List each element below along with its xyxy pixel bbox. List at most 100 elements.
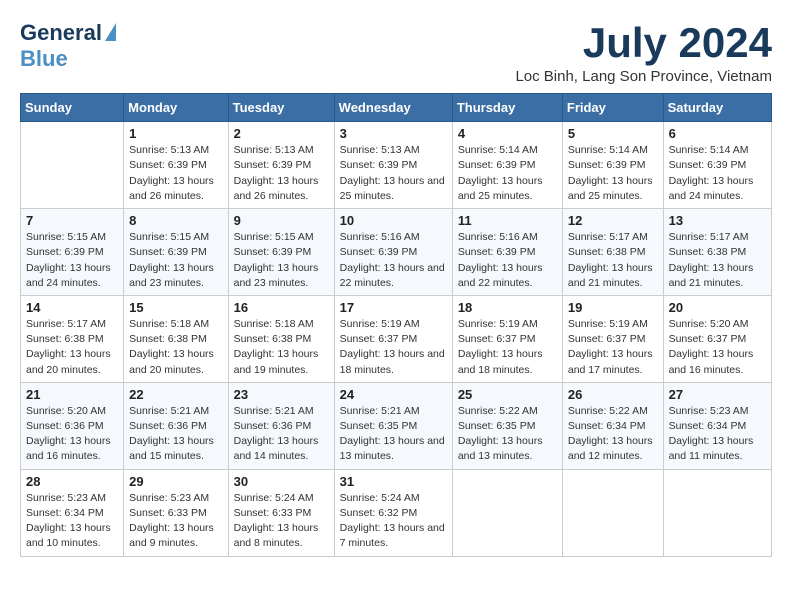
day-info: Sunrise: 5:16 AMSunset: 6:39 PMDaylight:… [458, 230, 557, 291]
page-header: General Blue July 2024 Loc Binh, Lang So… [20, 20, 772, 85]
day-number: 16 [234, 300, 329, 315]
weekday-header-wednesday: Wednesday [334, 94, 452, 122]
day-info: Sunrise: 5:23 AMSunset: 6:33 PMDaylight:… [129, 491, 222, 552]
day-cell: 1 Sunrise: 5:13 AMSunset: 6:39 PMDaylight… [124, 122, 228, 209]
day-info: Sunrise: 5:13 AMSunset: 6:39 PMDaylight:… [129, 143, 222, 204]
day-cell: 16 Sunrise: 5:18 AMSunset: 6:38 PMDayligh… [228, 295, 334, 382]
day-number: 21 [26, 387, 118, 402]
day-number: 2 [234, 126, 329, 141]
day-cell [452, 469, 562, 556]
day-cell: 2 Sunrise: 5:13 AMSunset: 6:39 PMDaylight… [228, 122, 334, 209]
weekday-header-thursday: Thursday [452, 94, 562, 122]
day-number: 7 [26, 213, 118, 228]
day-number: 5 [568, 126, 658, 141]
month-title: July 2024 [515, 20, 772, 66]
day-cell: 12 Sunrise: 5:17 AMSunset: 6:38 PMDayligh… [562, 209, 663, 296]
day-cell: 23 Sunrise: 5:21 AMSunset: 6:36 PMDayligh… [228, 382, 334, 469]
day-cell: 14 Sunrise: 5:17 AMSunset: 6:38 PMDayligh… [21, 295, 124, 382]
day-info: Sunrise: 5:17 AMSunset: 6:38 PMDaylight:… [669, 230, 766, 291]
title-area: July 2024 Loc Binh, Lang Son Province, V… [515, 20, 772, 85]
weekday-header-monday: Monday [124, 94, 228, 122]
day-cell: 5Sunrise: 5:14 AMSunset: 6:39 PMDaylight… [562, 122, 663, 209]
day-number: 22 [129, 387, 222, 402]
day-info: Sunrise: 5:19 AMSunset: 6:37 PMDaylight:… [458, 317, 557, 378]
day-info: Sunrise: 5:16 AMSunset: 6:39 PMDaylight:… [340, 230, 447, 291]
day-info: Sunrise: 5:17 AMSunset: 6:38 PMDaylight:… [26, 317, 118, 378]
day-number: 14 [26, 300, 118, 315]
day-cell: 21 Sunrise: 5:20 AMSunset: 6:36 PMDayligh… [21, 382, 124, 469]
day-number: 17 [340, 300, 447, 315]
day-info: Sunrise: 5:17 AMSunset: 6:38 PMDaylight:… [568, 230, 658, 291]
day-cell: 6 Sunrise: 5:14 AMSunset: 6:39 PMDaylight… [663, 122, 771, 209]
day-number: 1 [129, 126, 222, 141]
day-number: 11 [458, 213, 557, 228]
day-cell: 13 Sunrise: 5:17 AMSunset: 6:38 PMDayligh… [663, 209, 771, 296]
day-cell: 10 Sunrise: 5:16 AMSunset: 6:39 PMDayligh… [334, 209, 452, 296]
day-info: Sunrise: 5:14 AMSunset: 6:39 PMDaylight:… [458, 143, 557, 204]
day-number: 15 [129, 300, 222, 315]
day-info: Sunrise: 5:19 AMSunset: 6:37 PMDaylight:… [568, 317, 658, 378]
day-number: 23 [234, 387, 329, 402]
day-info: Sunrise: 5:20 AMSunset: 6:36 PMDaylight:… [26, 404, 118, 465]
day-number: 4 [458, 126, 557, 141]
day-info: Sunrise: 5:24 AMSunset: 6:32 PMDaylight:… [340, 491, 447, 552]
day-number: 30 [234, 474, 329, 489]
day-number: 9 [234, 213, 329, 228]
day-info: Sunrise: 5:24 AMSunset: 6:33 PMDaylight:… [234, 491, 329, 552]
day-info: Sunrise: 5:21 AMSunset: 6:36 PMDaylight:… [234, 404, 329, 465]
logo-blue: Blue [20, 46, 68, 71]
day-cell: 11 Sunrise: 5:16 AMSunset: 6:39 PMDayligh… [452, 209, 562, 296]
day-cell [663, 469, 771, 556]
day-info: Sunrise: 5:14 AMSunset: 6:39 PMDaylight:… [669, 143, 766, 204]
day-number: 12 [568, 213, 658, 228]
day-cell: 9 Sunrise: 5:15 AMSunset: 6:39 PMDaylight… [228, 209, 334, 296]
day-info: Sunrise: 5:18 AMSunset: 6:38 PMDaylight:… [129, 317, 222, 378]
weekday-header-row: SundayMondayTuesdayWednesdayThursdayFrid… [21, 94, 772, 122]
logo-triangle-icon [105, 23, 116, 41]
day-info: Sunrise: 5:18 AMSunset: 6:38 PMDaylight:… [234, 317, 329, 378]
day-cell: 26Sunrise: 5:22 AMSunset: 6:34 PMDayligh… [562, 382, 663, 469]
day-number: 25 [458, 387, 557, 402]
day-cell: 20Sunrise: 5:20 AMSunset: 6:37 PMDayligh… [663, 295, 771, 382]
day-info: Sunrise: 5:15 AMSunset: 6:39 PMDaylight:… [129, 230, 222, 291]
day-cell: 31Sunrise: 5:24 AMSunset: 6:32 PMDayligh… [334, 469, 452, 556]
day-info: Sunrise: 5:15 AMSunset: 6:39 PMDaylight:… [234, 230, 329, 291]
week-row-2: 7 Sunrise: 5:15 AMSunset: 6:39 PMDaylight… [21, 209, 772, 296]
weekday-header-friday: Friday [562, 94, 663, 122]
day-info: Sunrise: 5:13 AMSunset: 6:39 PMDaylight:… [340, 143, 447, 204]
day-info: Sunrise: 5:21 AMSunset: 6:36 PMDaylight:… [129, 404, 222, 465]
day-cell [562, 469, 663, 556]
day-number: 27 [669, 387, 766, 402]
day-cell: 30 Sunrise: 5:24 AMSunset: 6:33 PMDayligh… [228, 469, 334, 556]
day-cell: 4 Sunrise: 5:14 AMSunset: 6:39 PMDaylight… [452, 122, 562, 209]
day-cell: 18 Sunrise: 5:19 AMSunset: 6:37 PMDayligh… [452, 295, 562, 382]
week-row-3: 14 Sunrise: 5:17 AMSunset: 6:38 PMDayligh… [21, 295, 772, 382]
day-number: 10 [340, 213, 447, 228]
day-info: Sunrise: 5:19 AMSunset: 6:37 PMDaylight:… [340, 317, 447, 378]
day-cell: 22 Sunrise: 5:21 AMSunset: 6:36 PMDayligh… [124, 382, 228, 469]
day-info: Sunrise: 5:13 AMSunset: 6:39 PMDaylight:… [234, 143, 329, 204]
day-cell: 24 Sunrise: 5:21 AMSunset: 6:35 PMDayligh… [334, 382, 452, 469]
weekday-header-sunday: Sunday [21, 94, 124, 122]
day-cell: 15 Sunrise: 5:18 AMSunset: 6:38 PMDayligh… [124, 295, 228, 382]
day-cell: 29 Sunrise: 5:23 AMSunset: 6:33 PMDayligh… [124, 469, 228, 556]
day-info: Sunrise: 5:22 AMSunset: 6:34 PMDaylight:… [568, 404, 658, 465]
day-cell: 3Sunrise: 5:13 AMSunset: 6:39 PMDaylight… [334, 122, 452, 209]
day-number: 13 [669, 213, 766, 228]
day-cell: 27 Sunrise: 5:23 AMSunset: 6:34 PMDayligh… [663, 382, 771, 469]
day-number: 28 [26, 474, 118, 489]
day-info: Sunrise: 5:23 AMSunset: 6:34 PMDaylight:… [669, 404, 766, 465]
day-number: 24 [340, 387, 447, 402]
weekday-header-saturday: Saturday [663, 94, 771, 122]
logo-general: General [20, 20, 102, 46]
day-number: 20 [669, 300, 766, 315]
day-number: 29 [129, 474, 222, 489]
week-row-4: 21 Sunrise: 5:20 AMSunset: 6:36 PMDayligh… [21, 382, 772, 469]
day-number: 18 [458, 300, 557, 315]
day-cell: 17 Sunrise: 5:19 AMSunset: 6:37 PMDayligh… [334, 295, 452, 382]
day-number: 6 [669, 126, 766, 141]
day-number: 8 [129, 213, 222, 228]
day-cell: 28Sunrise: 5:23 AMSunset: 6:34 PMDayligh… [21, 469, 124, 556]
day-info: Sunrise: 5:21 AMSunset: 6:35 PMDaylight:… [340, 404, 447, 465]
day-cell: 7Sunrise: 5:15 AMSunset: 6:39 PMDaylight… [21, 209, 124, 296]
